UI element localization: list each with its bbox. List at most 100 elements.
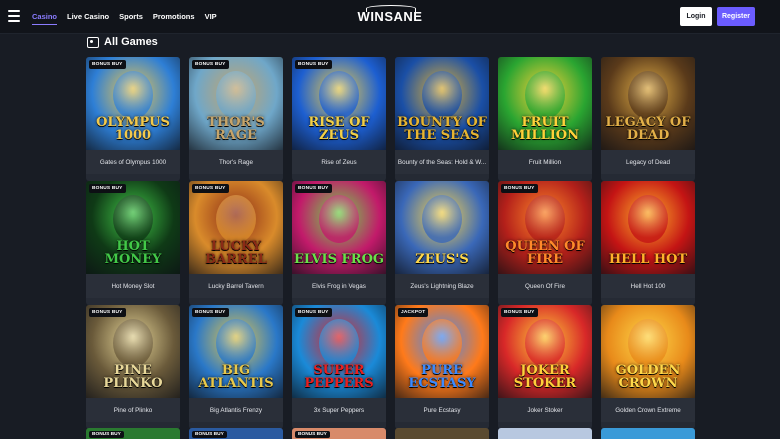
main-nav: Casino Live Casino Sports Promotions VIP bbox=[32, 0, 217, 33]
game-card[interactable]: BONUS BUY RISE OF ZEUS Rise of Zeus bbox=[292, 57, 386, 181]
game-name: Legacy of Dead bbox=[601, 150, 695, 174]
game-card[interactable]: GOLDEN CROWN Golden Crown Extreme bbox=[601, 305, 695, 429]
menu-icon[interactable] bbox=[8, 10, 20, 22]
game-art-title: QUEEN OF FIRE bbox=[505, 239, 585, 267]
game-card[interactable]: HELL HOT Hell Hot 100 bbox=[601, 181, 695, 305]
game-thumbnail[interactable]: THOR'S RAGE bbox=[189, 57, 283, 150]
game-thumbnail[interactable]: QUEEN OF FIRE bbox=[498, 181, 592, 274]
game-card[interactable]: BONUS BUY JOKER STOKER Joker Stoker bbox=[498, 305, 592, 429]
game-thumbnail[interactable]: FRUIT MILLION bbox=[498, 57, 592, 150]
game-badge: BONUS BUY bbox=[501, 184, 538, 193]
game-thumbnail[interactable]: LUCKY BARREL bbox=[189, 181, 283, 274]
game-badge: BONUS BUY bbox=[192, 308, 229, 317]
game-character-art bbox=[525, 319, 565, 367]
game-character-art bbox=[319, 71, 359, 119]
game-card[interactable]: BONUS BUY THOR'S RAGE Thor's Rage bbox=[189, 57, 283, 181]
game-character-art bbox=[216, 319, 256, 367]
game-name: Fruit Million bbox=[498, 150, 592, 174]
game-thumbnail[interactable]: ELVIS FROG bbox=[292, 181, 386, 274]
game-character-art bbox=[525, 71, 565, 119]
game-name: Hell Hot 100 bbox=[601, 274, 695, 298]
game-name: Thor's Rage bbox=[189, 150, 283, 174]
game-card[interactable]: LEGACY OF DEAD Legacy of Dead bbox=[601, 57, 695, 181]
game-card[interactable]: BONUS BUY QUEEN OF FIRE Queen Of Fire bbox=[498, 181, 592, 305]
game-name: Joker Stoker bbox=[498, 398, 592, 422]
game-name: Queen Of Fire bbox=[498, 274, 592, 298]
game-art-title: FRUIT MILLION bbox=[510, 115, 580, 143]
game-card[interactable]: BONUS BUY bbox=[292, 428, 386, 439]
game-card[interactable]: BONUS BUY PINE PLINKO Pine of Plinko bbox=[86, 305, 180, 429]
game-card[interactable] bbox=[395, 428, 489, 439]
game-thumbnail[interactable]: PINE PLINKO bbox=[86, 305, 180, 398]
nav-live-casino[interactable]: Live Casino bbox=[67, 1, 109, 32]
game-character-art bbox=[319, 195, 359, 243]
game-thumbnail[interactable]: JOKER STOKER bbox=[498, 305, 592, 398]
game-character-art bbox=[216, 71, 256, 119]
game-thumbnail[interactable]: OLYMPUS 1000 bbox=[86, 57, 180, 150]
login-button[interactable]: Login bbox=[680, 7, 712, 26]
game-card[interactable]: BONUS BUY SUPER PEPPERS 3x Super Peppers bbox=[292, 305, 386, 429]
game-card[interactable]: BONUS BUY bbox=[86, 428, 180, 439]
nav-casino[interactable]: Casino bbox=[32, 1, 58, 32]
game-name: Gates of Olympus 1000 bbox=[86, 150, 180, 174]
game-character-art bbox=[216, 195, 256, 243]
game-card[interactable]: BONUS BUY BIG ATLANTIS Big Atlantis Frenzy bbox=[189, 305, 283, 429]
game-art-title: HOT MONEY bbox=[104, 239, 162, 267]
game-art-title: OLYMPUS 1000 bbox=[96, 115, 170, 143]
game-card[interactable]: BONUS BUY HOT MONEY Hot Money Slot bbox=[86, 181, 180, 305]
game-thumbnail[interactable]: BIG ATLANTIS bbox=[189, 305, 283, 398]
game-name: Hot Money Slot bbox=[86, 274, 180, 298]
game-card[interactable]: BOUNTY OF THE SEAS Bounty of the Seas: Ho… bbox=[395, 57, 489, 181]
game-thumbnail[interactable]: BOUNTY OF THE SEAS bbox=[395, 57, 489, 150]
game-art-title: JOKER STOKER bbox=[513, 363, 577, 391]
game-card[interactable]: FRUIT MILLION Fruit Million bbox=[498, 57, 592, 181]
game-character-art bbox=[422, 71, 462, 119]
game-thumbnail[interactable]: RISE OF ZEUS bbox=[292, 57, 386, 150]
game-character-art bbox=[113, 319, 153, 367]
game-character-art bbox=[628, 195, 668, 243]
brand-logo[interactable]: WINSANE bbox=[340, 5, 440, 24]
game-name: Big Atlantis Frenzy bbox=[189, 398, 283, 422]
game-thumbnail[interactable]: LEGACY OF DEAD bbox=[601, 57, 695, 150]
game-badge: BONUS BUY bbox=[192, 60, 229, 69]
game-character-art bbox=[628, 319, 668, 367]
game-art-title: LUCKY BARREL bbox=[205, 239, 267, 267]
games-icon bbox=[87, 36, 99, 48]
game-art-title: HELL HOT bbox=[608, 252, 688, 267]
game-card[interactable]: BONUS BUY LUCKY BARREL Lucky Barrel Tavern bbox=[189, 181, 283, 305]
game-art-title: BOUNTY OF THE SEAS bbox=[397, 115, 487, 143]
game-badge: BONUS BUY bbox=[89, 184, 126, 193]
game-badge: BONUS BUY bbox=[192, 431, 227, 438]
game-badge: BONUS BUY bbox=[89, 60, 126, 69]
game-badge: BONUS BUY bbox=[89, 431, 124, 438]
game-card[interactable] bbox=[498, 428, 592, 439]
game-card[interactable]: ZEUS'S Zeus's Lightning Blaze bbox=[395, 181, 489, 305]
game-thumbnail[interactable]: GOLDEN CROWN bbox=[601, 305, 695, 398]
game-thumbnail[interactable]: SUPER PEPPERS bbox=[292, 305, 386, 398]
game-art-title: SUPER PEPPERS bbox=[304, 363, 374, 391]
game-card[interactable] bbox=[601, 428, 695, 439]
game-card[interactable]: BONUS BUY ELVIS FROG Elvis Frog in Vegas bbox=[292, 181, 386, 305]
game-art-title: THOR'S RAGE bbox=[207, 115, 265, 143]
game-thumbnail[interactable]: HELL HOT bbox=[601, 181, 695, 274]
game-badge: BONUS BUY bbox=[501, 308, 538, 317]
nav-promotions[interactable]: Promotions bbox=[153, 1, 195, 32]
game-card[interactable]: BONUS BUY bbox=[189, 428, 283, 439]
game-badge: BONUS BUY bbox=[295, 60, 332, 69]
game-character-art bbox=[422, 195, 462, 243]
game-thumbnail[interactable]: PURE ECSTASY bbox=[395, 305, 489, 398]
game-card[interactable]: JACKPOT PURE ECSTASY Pure Ecstasy bbox=[395, 305, 489, 429]
game-card[interactable]: BONUS BUY OLYMPUS 1000 Gates of Olympus 10… bbox=[86, 57, 180, 181]
game-badge: BONUS BUY bbox=[295, 308, 332, 317]
nav-sports[interactable]: Sports bbox=[119, 1, 143, 32]
game-name: Elvis Frog in Vegas bbox=[292, 274, 386, 298]
game-art-title: PINE PLINKO bbox=[103, 363, 163, 391]
game-character-art bbox=[628, 71, 668, 119]
game-name: Bounty of the Seas: Hold & W... bbox=[395, 150, 489, 174]
game-thumbnail[interactable]: HOT MONEY bbox=[86, 181, 180, 274]
nav-vip[interactable]: VIP bbox=[205, 1, 217, 32]
game-thumbnail[interactable]: ZEUS'S bbox=[395, 181, 489, 274]
game-name: 3x Super Peppers bbox=[292, 398, 386, 422]
section-header: All Games bbox=[87, 36, 158, 48]
register-button[interactable]: Register bbox=[717, 7, 755, 26]
